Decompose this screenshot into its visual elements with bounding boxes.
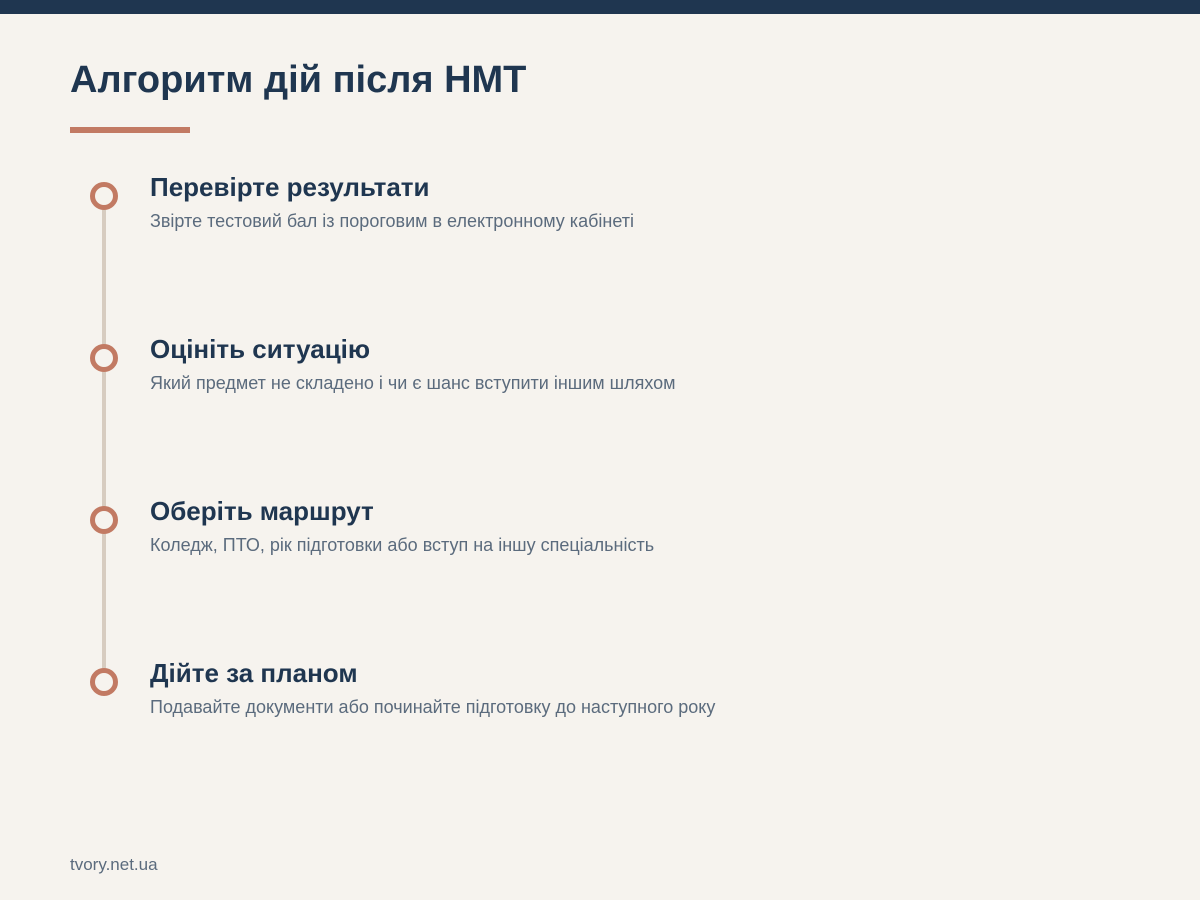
step-title: Оцініть ситуацію (150, 334, 371, 364)
top-bar (0, 0, 1200, 14)
step-marker-circle (90, 344, 118, 372)
step-description: Який предмет не складено і чи є шанс вст… (150, 373, 676, 393)
timeline-line (102, 196, 106, 682)
step-description: Подавайте документи або починайте підгот… (150, 697, 716, 717)
step-description: Звірте тестовий бал із пороговим в елект… (150, 211, 634, 231)
step-title: Оберіть маршрут (150, 496, 374, 526)
footer-site-link: tvory.net.ua (70, 855, 158, 874)
step-title: Дійте за планом (150, 658, 358, 688)
step-marker-circle (90, 506, 118, 534)
page-title: Алгоритм дій після НМТ (70, 59, 527, 101)
step-marker-circle (90, 668, 118, 696)
step-marker-circle (90, 182, 118, 210)
step-title: Перевірте результати (150, 172, 430, 202)
title-underline (70, 127, 190, 133)
step-description: Коледж, ПТО, рік підготовки або вступ на… (150, 535, 655, 555)
